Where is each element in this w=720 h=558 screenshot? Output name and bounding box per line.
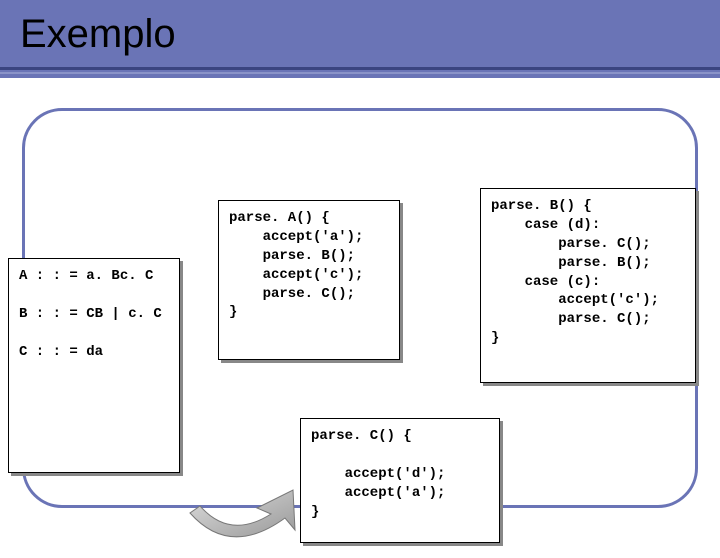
grammar-box: A : : = a. Bc. C B : : = CB | c. C C : :…: [8, 258, 180, 473]
slide-title: Exemplo: [20, 0, 720, 57]
title-band: Exemplo: [0, 0, 720, 78]
parseA-box: parse. A() { accept('a'); parse. B(); ac…: [218, 200, 400, 360]
parseB-box: parse. B() { case (d): parse. C(); parse…: [480, 188, 696, 383]
underline-light: [0, 72, 720, 74]
underline-dark: [0, 67, 720, 70]
content-area: A : : = a. Bc. C B : : = CB | c. C C : :…: [0, 78, 720, 540]
parseC-box: parse. C() { accept('d'); accept('a'); }: [300, 418, 500, 543]
curved-arrow-icon: [175, 478, 305, 558]
